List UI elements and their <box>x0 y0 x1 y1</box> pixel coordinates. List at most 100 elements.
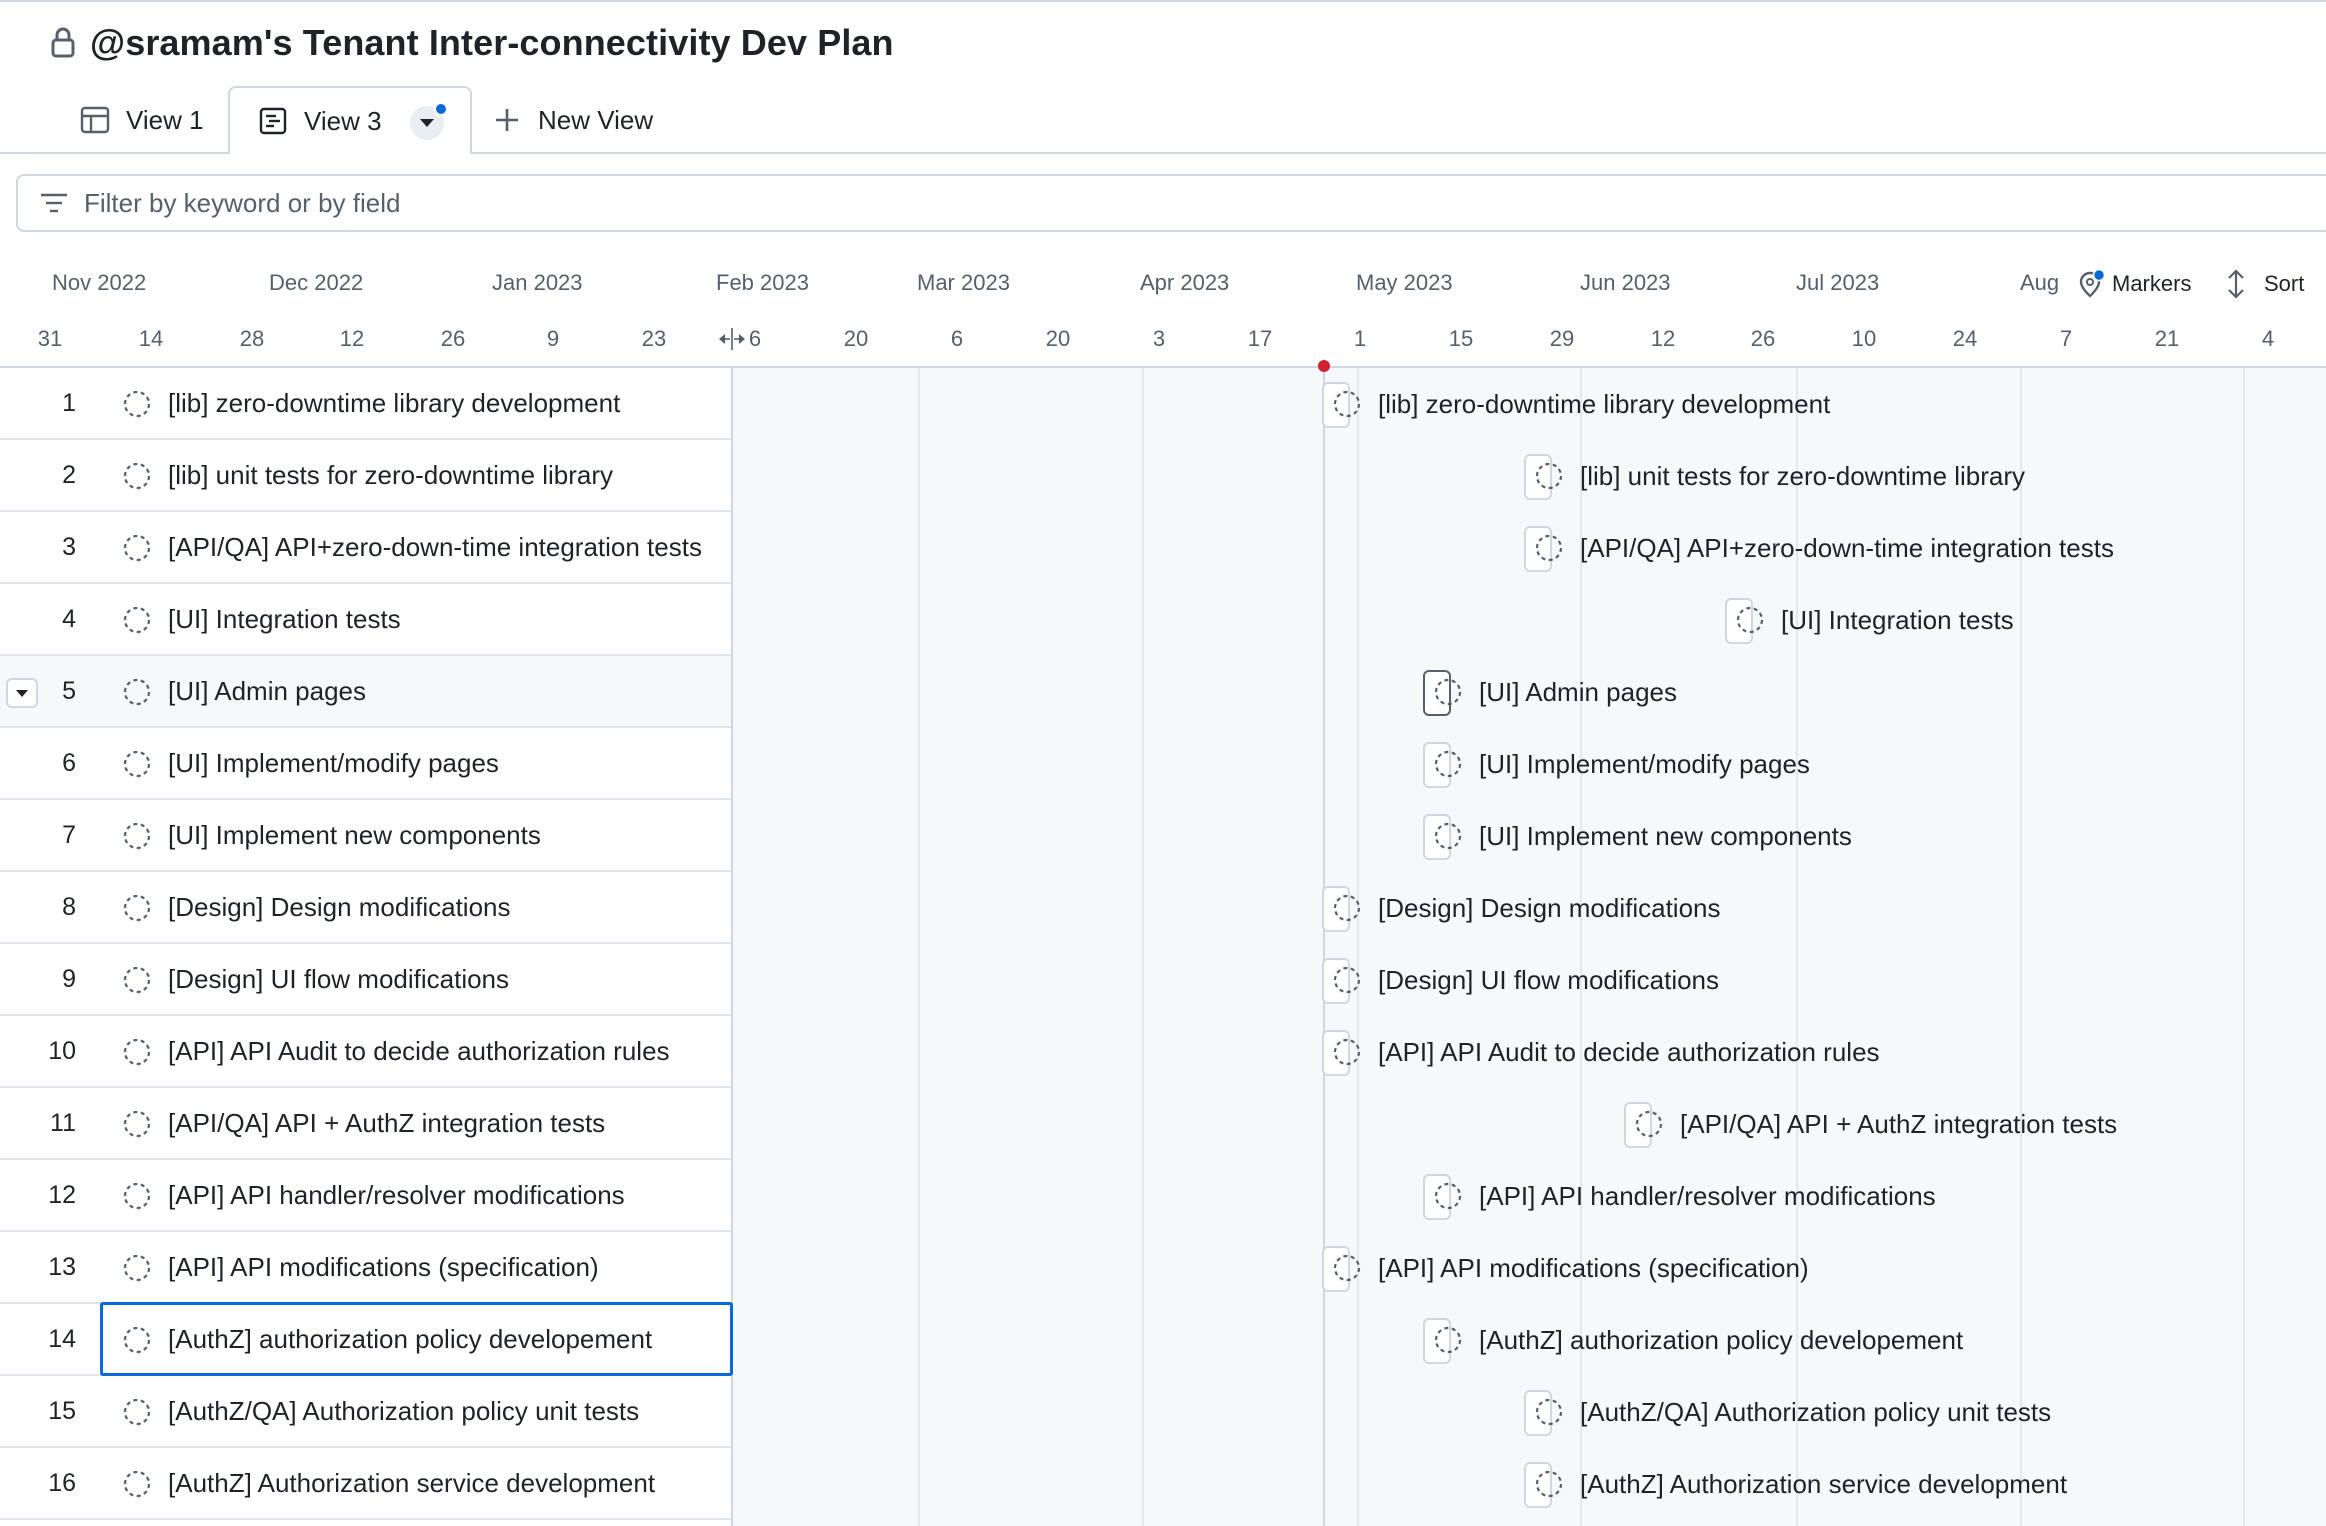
marker-pin-icon <box>2078 268 2106 299</box>
row-title[interactable]: [API] API modifications (specification) <box>168 1252 718 1283</box>
table-row[interactable]: 7 [UI] Implement new components <box>0 800 731 872</box>
table-row[interactable]: 14 [AuthZ] authorization policy develope… <box>0 1302 733 1376</box>
row-number: 12 <box>48 1180 76 1209</box>
row-title[interactable]: [UI] Implement new components <box>168 820 718 851</box>
table-row[interactable]: 4 [UI] Integration tests <box>0 584 731 656</box>
new-view-button[interactable]: New View <box>492 86 653 154</box>
timeline-item-label: [AuthZ] authorization policy developemen… <box>1479 1324 1964 1355</box>
draft-issue-icon <box>1333 894 1361 922</box>
draft-issue-icon <box>1535 1398 1563 1426</box>
month-label: Mar 2023 <box>917 270 1010 295</box>
table-row[interactable]: 8 [Design] Design modifications <box>0 872 731 944</box>
timeline-item-label: [API] API Audit to decide authorization … <box>1378 1036 1880 1067</box>
row-title[interactable]: [API] API Audit to decide authorization … <box>168 1036 718 1067</box>
sort-button[interactable]: Sort <box>2224 264 2305 304</box>
table-row[interactable]: 3 [API/QA] API+zero-down-time integratio… <box>0 512 731 584</box>
day-label: 26 <box>1750 326 1776 351</box>
row-title[interactable]: [Design] UI flow modifications <box>168 964 718 995</box>
day-label: 12 <box>339 326 365 351</box>
table-row[interactable]: 10 [API] API Audit to decide authorizati… <box>0 1016 731 1088</box>
table-row[interactable]: 6 [UI] Implement/modify pages <box>0 728 731 800</box>
day-label: 17 <box>1247 326 1273 351</box>
row-number: 11 <box>50 1108 76 1137</box>
row-title[interactable]: [API] API handler/resolver modifications <box>168 1180 718 1211</box>
draft-issue-icon <box>123 678 151 706</box>
table-row[interactable]: 1 [lib] zero-downtime library developmen… <box>0 368 731 440</box>
table-row[interactable]: 11 [API/QA] API + AuthZ integration test… <box>0 1088 731 1160</box>
table-row[interactable]: 2 [lib] unit tests for zero-downtime lib… <box>0 440 731 512</box>
draft-issue-icon <box>1333 1254 1361 1282</box>
unsaved-changes-dot <box>434 102 448 116</box>
timeline-item-label: [API] API handler/resolver modifications <box>1479 1180 1936 1211</box>
row-number: 16 <box>48 1468 76 1497</box>
row-title[interactable]: [AuthZ] Authorization service developmen… <box>168 1468 718 1499</box>
row-title[interactable]: [AuthZ/QA] Authorization policy unit tes… <box>168 1396 718 1427</box>
draft-issue-icon <box>123 894 151 922</box>
row-number: 2 <box>62 460 76 489</box>
row-title[interactable]: [AuthZ] authorization policy developemen… <box>168 1324 718 1355</box>
timeline-item-label: [AuthZ] Authorization service developmen… <box>1580 1468 2068 1499</box>
day-label: 4 <box>2261 326 2275 351</box>
draft-issue-icon <box>1535 534 1563 562</box>
row-number: 9 <box>62 964 76 993</box>
row-title[interactable]: [Design] Design modifications <box>168 892 718 923</box>
day-label: 7 <box>2059 326 2073 351</box>
column-resize-handle[interactable] <box>716 326 748 352</box>
tab-label: View 3 <box>304 105 382 136</box>
timeline-item-label: [lib] unit tests for zero-downtime libra… <box>1580 460 2026 491</box>
draft-issue-icon <box>123 1398 151 1426</box>
top-border <box>0 0 2326 2</box>
filter-bar[interactable] <box>16 174 2326 232</box>
row-title[interactable]: [UI] Integration tests <box>168 604 718 635</box>
filter-icon <box>38 187 70 219</box>
table-row[interactable]: 9 [Design] UI flow modifications <box>0 944 731 1016</box>
draft-issue-icon <box>1434 678 1462 706</box>
draft-issue-icon <box>123 462 151 490</box>
tab-view-1[interactable]: View 1 <box>80 86 204 154</box>
day-label: 20 <box>843 326 869 351</box>
draft-issue-icon <box>123 1038 151 1066</box>
tab-view-3[interactable]: View 3 <box>228 86 472 156</box>
markers-button[interactable]: Markers <box>2074 266 2192 302</box>
month-label: Jul 2023 <box>1796 270 1880 295</box>
month-gridline <box>1357 368 1359 1526</box>
day-label: 23 <box>641 326 667 351</box>
draft-issue-icon <box>1434 1182 1462 1210</box>
month-label: Feb 2023 <box>716 270 809 295</box>
row-number: 10 <box>48 1036 76 1065</box>
filter-input[interactable] <box>84 187 1884 219</box>
timeline-header: Nov 2022 Dec 2022 Jan 2023 Feb 2023 Mar … <box>0 256 2326 368</box>
table-row[interactable]: 5 [UI] Admin pages <box>0 656 731 728</box>
resize-arrows-icon <box>719 328 745 350</box>
draft-issue-icon <box>123 606 151 634</box>
day-label: 6 <box>748 326 762 351</box>
table-row[interactable]: 13 [API] API modifications (specificatio… <box>0 1232 731 1304</box>
scroll-fade <box>0 270 50 300</box>
day-label: 26 <box>440 326 466 351</box>
table-icon <box>80 105 110 135</box>
row-number: 6 <box>62 748 76 777</box>
row-title[interactable]: [API/QA] API+zero-down-time integration … <box>168 532 718 563</box>
table-row[interactable]: 15 [AuthZ/QA] Authorization policy unit … <box>0 1376 731 1448</box>
row-title[interactable]: [lib] unit tests for zero-downtime libra… <box>168 460 718 491</box>
timeline-item-label: [Design] Design modifications <box>1378 892 1721 923</box>
day-label: 14 <box>138 326 164 351</box>
row-title[interactable]: [API/QA] API + AuthZ integration tests <box>168 1108 718 1139</box>
row-title[interactable]: [UI] Implement/modify pages <box>168 748 718 779</box>
plus-icon <box>492 105 522 135</box>
month-gridline <box>918 368 920 1526</box>
timeline-item-label: [API] API modifications (specification) <box>1378 1252 1809 1283</box>
draft-issue-icon <box>1535 462 1563 490</box>
day-label: 28 <box>239 326 265 351</box>
draft-issue-icon <box>1535 1470 1563 1498</box>
timeline-item-label: [UI] Integration tests <box>1781 604 2014 635</box>
today-marker <box>1318 360 1330 372</box>
table-row[interactable]: 16 [AuthZ] Authorization service develop… <box>0 1448 731 1520</box>
day-label: 12 <box>1650 326 1676 351</box>
row-number: 1 <box>62 388 76 417</box>
table-row[interactable]: 12 [API] API handler/resolver modificati… <box>0 1160 731 1232</box>
row-title[interactable]: [UI] Admin pages <box>168 676 718 707</box>
sort-arrows-icon <box>2224 268 2248 300</box>
row-title[interactable]: [lib] zero-downtime library development <box>168 388 718 419</box>
draft-issue-icon <box>123 1470 151 1498</box>
